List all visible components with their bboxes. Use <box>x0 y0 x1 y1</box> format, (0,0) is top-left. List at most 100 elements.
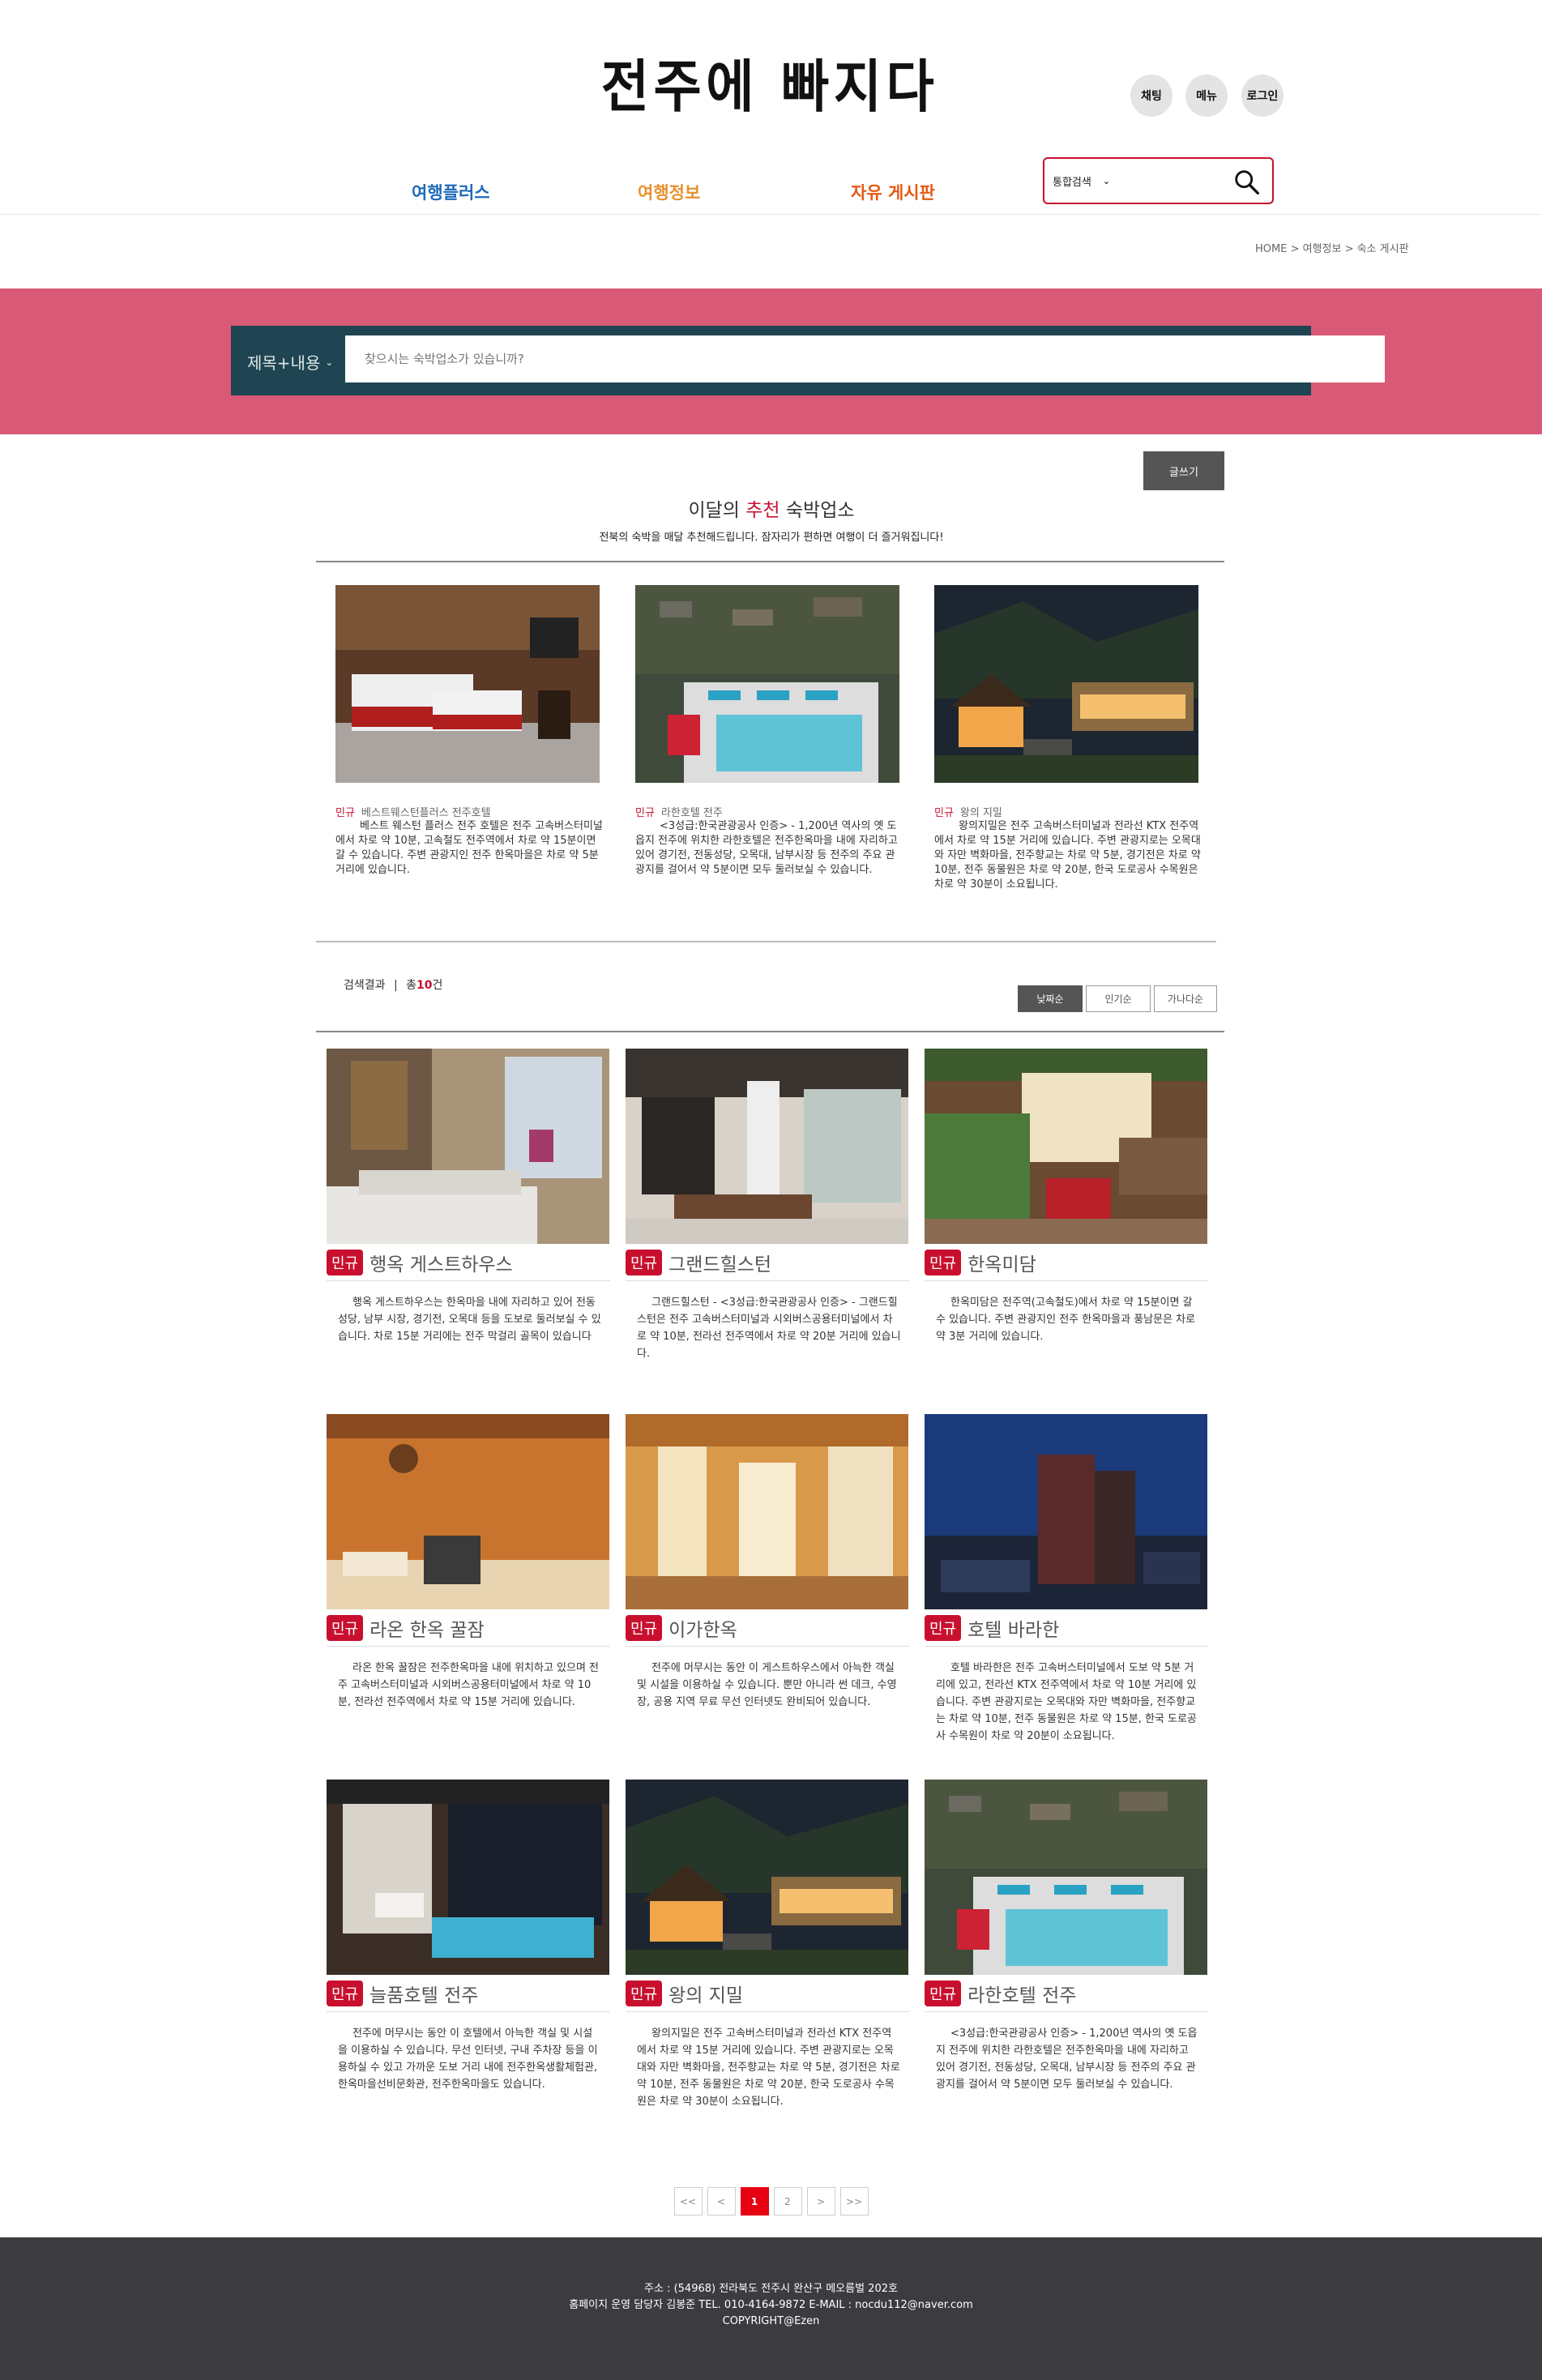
write-button[interactable]: 글쓰기 <box>1143 451 1224 490</box>
sort-by-popularity-button[interactable]: 인기순 <box>1086 985 1151 1012</box>
pagination: << < 1 2 > >> <box>0 2187 1542 2215</box>
listing-title[interactable]: 늘품호텔 전주 <box>369 1980 478 2007</box>
menu-button[interactable]: 메뉴 <box>1185 75 1228 117</box>
listing-header: 민규 행옥 게스트하우스 <box>327 1244 610 1281</box>
hanok-corridor-photo[interactable] <box>626 1414 908 1609</box>
recommend-meta: 민규 왕의 지밀 <box>934 807 1002 819</box>
listing-desc: <3성급:한국관광공사 인증> - 1,200년 역사의 옛 도읍지 전주에 위… <box>936 2027 1198 2091</box>
recommend-meta: 민규 베스트웨스턴플러스 전주호텔 <box>335 807 491 819</box>
last-page-button[interactable]: >> <box>839 2187 869 2215</box>
result-count: 검색결과 | 총10건 <box>344 979 443 992</box>
hotel-room-photo[interactable] <box>335 585 600 783</box>
site-logo[interactable]: 전주에 빠지다 <box>595 50 945 123</box>
status-badge: 민규 <box>626 1980 663 2006</box>
listing-card[interactable]: 민규 한옥미담 한옥미담은 전주역(고속철도)에서 차로 약 15분이면 갈 수 … <box>925 1049 1208 1345</box>
recommend-card[interactable]: 민규 베스트웨스턴플러스 전주호텔 베스트 웨스턴 플러스 전주 호텔은 전주 고… <box>335 585 603 878</box>
status-badge: 민규 <box>327 1614 364 1641</box>
rooftop-pool-photo[interactable] <box>925 1780 1207 1975</box>
listing-desc: 행옥 게스트하우스는 한옥마을 내에 자리하고 있어 전동성당, 남부 시장, … <box>338 1297 601 1343</box>
status-badge: 민규 <box>626 1249 663 1275</box>
first-page-button[interactable]: << <box>673 2187 703 2215</box>
listing-desc: 호텔 바라한은 전주 고속버스터미널에서 도보 약 5분 거리에 있고, 전라선… <box>936 1662 1197 1742</box>
recommend-title: 이달의 추천 숙박업소 <box>688 500 855 521</box>
listing-desc: 왕의지밀은 전주 고속버스터미널과 전라선 KTX 전주역에서 차로 약 15분… <box>637 2027 900 2108</box>
recommend-card[interactable]: 민규 왕의 지밀 왕의지밀은 전주 고속버스터미널과 전라선 KTX 전주역에서 … <box>934 585 1202 892</box>
listing-title[interactable]: 한옥미담 <box>967 1249 1036 1276</box>
listing-title[interactable]: 왕의 지밀 <box>668 1980 743 2007</box>
footer-address: 주소 : (54968) 전라북도 전주시 완산구 메오름벌 202호 <box>644 2283 898 2295</box>
modern-lobby-photo[interactable] <box>626 1049 908 1244</box>
listing-desc: 라온 한옥 꿀잠은 전주한옥마을 내에 위치하고 있으며 전주 고속버스터미널과… <box>338 1662 600 1708</box>
recommend-meta: 민규 라한호텔 전주 <box>635 807 723 819</box>
footer-copyright: COPYRIGHT@Ezen <box>722 2315 820 2327</box>
listing-card[interactable]: 민규 행옥 게스트하우스 행옥 게스트하우스는 한옥마을 내에 자리하고 있어 전… <box>327 1049 610 1345</box>
recommend-desc: <3성급:한국관광공사 인증> - 1,200년 역사의 옛 도읍지 전주에 위… <box>635 820 898 876</box>
listing-card[interactable]: 민규 라한호텔 전주 <3성급:한국관광공사 인증> - 1,200년 역사의 옛… <box>925 1780 1208 2093</box>
sort-by-name-button[interactable]: 가나다순 <box>1154 985 1217 1012</box>
listing-header: 민규 라한호텔 전주 <box>925 1975 1208 2012</box>
chevron-down-icon: ⌄ <box>325 356 334 368</box>
hanok-night-photo[interactable] <box>626 1780 908 1975</box>
listing-card[interactable]: 민규 라온 한옥 꿀잠 라온 한옥 꿀잠은 전주한옥마을 내에 위치하고 있으며 … <box>327 1414 610 1711</box>
status-badge: 민규 <box>925 1980 962 2006</box>
listing-card[interactable]: 민규 이가한옥 전주에 머무시는 동안 이 게스트하우스에서 아늑한 객실 및 시… <box>626 1414 909 1711</box>
search-icon[interactable] <box>1232 167 1262 198</box>
listing-desc: 전주에 머무시는 동안 이 호텔에서 아늑한 객실 및 시설을 이용하실 수 있… <box>338 2027 598 2091</box>
footer-contact: 홈페이지 운영 담당자 김봉준 TEL. 010-4164-9872 E-MAI… <box>569 2299 973 2311</box>
listing-card[interactable]: 민규 왕의 지밀 왕의지밀은 전주 고속버스터미널과 전라선 KTX 전주역에서 … <box>626 1780 909 2110</box>
listing-title[interactable]: 라한호텔 전주 <box>967 1980 1076 2007</box>
sort-by-date-button[interactable]: 낮짜순 <box>1018 985 1083 1012</box>
hotel-spa-room-photo[interactable] <box>327 1780 609 1975</box>
listing-header: 민규 늘품호텔 전주 <box>327 1975 610 2012</box>
recommend-card[interactable]: 민규 라한호텔 전주 <3성급:한국관광공사 인증> - 1,200년 역사의 옛… <box>635 585 903 878</box>
divider <box>316 941 1216 942</box>
recommend-subtitle: 전북의 숙박을 매달 추천해드립니다. 잠자리가 편하면 여행이 더 즐거워집니… <box>599 532 944 544</box>
status-badge: 민규 <box>626 1614 663 1641</box>
footer: 주소 : (54968) 전라북도 전주시 완산구 메오름벌 202호 홈페이지… <box>0 2237 1542 2380</box>
hanok-room-photo[interactable] <box>327 1414 609 1609</box>
nav-travel-plus[interactable]: 여행플러스 <box>412 180 490 204</box>
nav-free-board[interactable]: 자유 게시판 <box>851 180 935 204</box>
top-search-select[interactable]: 통합검색 ⌄ <box>1053 173 1110 189</box>
page-2-button[interactable]: 2 <box>773 2187 802 2215</box>
divider <box>316 561 1224 562</box>
listing-card[interactable]: 민규 늘품호텔 전주 전주에 머무시는 동안 이 호텔에서 아늑한 객실 및 시설… <box>327 1780 610 2093</box>
listing-header: 민규 한옥미담 <box>925 1244 1208 1281</box>
listing-title[interactable]: 그랜드힐스턴 <box>668 1249 771 1276</box>
search-icon[interactable] <box>1258 339 1301 382</box>
header-divider <box>0 214 1542 215</box>
listing-title[interactable]: 호텔 바라한 <box>967 1614 1059 1642</box>
listing-header: 민규 왕의 지밀 <box>626 1975 909 2012</box>
prev-page-button[interactable]: < <box>707 2187 736 2215</box>
breadcrumb: HOME > 여행정보 > 숙소 게시판 <box>1255 243 1409 255</box>
recommend-desc: 베스트 웨스턴 플러스 전주 호텔은 전주 고속버스터미널에서 차로 약 10분… <box>335 820 603 876</box>
listing-title[interactable]: 이가한옥 <box>668 1614 737 1642</box>
hotel-tower-night-photo[interactable] <box>925 1414 1207 1609</box>
rooftop-pool-photo[interactable] <box>635 585 899 783</box>
chat-button[interactable]: 채팅 <box>1130 75 1173 117</box>
board-search-bar: 제목+내용 ⌄ <box>231 326 1385 395</box>
status-badge: 민규 <box>327 1249 364 1275</box>
listing-header: 민규 그랜드힐스턴 <box>626 1244 909 1281</box>
listing-header: 민규 이가한옥 <box>626 1609 909 1647</box>
chevron-down-icon: ⌄ <box>1102 175 1111 186</box>
guesthouse-room-photo[interactable] <box>327 1049 609 1244</box>
status-badge: 민규 <box>327 1980 364 2006</box>
listing-header: 민규 라온 한옥 꿀잠 <box>327 1609 610 1647</box>
listing-desc: 한옥미담은 전주역(고속철도)에서 차로 약 15분이면 갈 수 있습니다. 주… <box>936 1297 1196 1343</box>
hanok-night-photo[interactable] <box>934 585 1198 783</box>
next-page-button[interactable]: > <box>806 2187 835 2215</box>
divider <box>316 1031 1224 1032</box>
listing-header: 민규 호텔 바라한 <box>925 1609 1208 1647</box>
listing-desc: 그랜드힐스턴 - <3성급:한국관광공사 인증> - 그랜드힐스턴은 전주 고속… <box>637 1297 901 1360</box>
board-search-select[interactable]: 제목+내용 ⌄ <box>247 350 333 374</box>
listing-card[interactable]: 민규 호텔 바라한 호텔 바라한은 전주 고속버스터미널에서 도보 약 5분 거리… <box>925 1414 1208 1745</box>
login-button[interactable]: 로그인 <box>1241 75 1284 117</box>
listing-title[interactable]: 라온 한옥 꿀잠 <box>369 1614 485 1642</box>
page-1-button[interactable]: 1 <box>740 2187 769 2215</box>
board-search-input[interactable] <box>345 335 1385 382</box>
hanok-garden-photo[interactable] <box>925 1049 1207 1244</box>
listing-title[interactable]: 행옥 게스트하우스 <box>369 1249 513 1276</box>
nav-travel-info[interactable]: 여행정보 <box>638 180 700 204</box>
listing-card[interactable]: 민규 그랜드힐스턴 그랜드힐스턴 - <3성급:한국관광공사 인증> - 그랜드힐… <box>626 1049 909 1362</box>
